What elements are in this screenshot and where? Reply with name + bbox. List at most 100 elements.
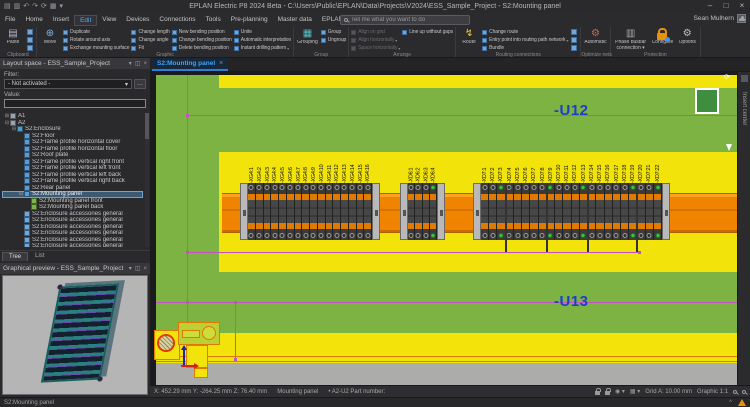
terminal-xd7-9[interactable] xyxy=(547,183,555,240)
change-route-button[interactable]: Change route xyxy=(482,28,568,36)
redo-icon[interactable]: ↷ xyxy=(32,0,38,13)
construction-handle[interactable] xyxy=(186,251,189,254)
minimize-button[interactable]: – xyxy=(702,0,718,13)
terminal-xd7-2[interactable] xyxy=(489,183,497,240)
tab-list[interactable]: List xyxy=(28,251,51,261)
terminal-xg4-2[interactable] xyxy=(256,183,264,240)
tab-insert[interactable]: Insert xyxy=(48,15,74,26)
warning-icon[interactable] xyxy=(738,399,746,406)
chevron-down-icon[interactable]: ▾ xyxy=(129,60,132,67)
tab-file[interactable]: File xyxy=(0,15,20,26)
line-up-without-gaps-button[interactable]: Line up without gaps xyxy=(402,28,453,36)
terminal-xg4-7[interactable] xyxy=(295,183,303,240)
terminal-xd7-21[interactable] xyxy=(646,183,654,240)
terminal-xd6-2[interactable] xyxy=(415,183,422,240)
close-icon[interactable]: × xyxy=(219,60,223,67)
format-icon[interactable] xyxy=(27,45,33,51)
instant-drilling-pattern-button[interactable]: Instant drilling pattern▾ xyxy=(234,44,291,52)
drawing-canvas[interactable]: -XG4:1-XG4:2-XG4:3-XG4:4-XG4:5-XG4:6-XG4… xyxy=(150,72,750,385)
grouping-button[interactable]: ▦Grouping xyxy=(296,28,319,52)
group-button[interactable]: Group xyxy=(321,28,346,36)
customize-icon[interactable]: ▾ xyxy=(60,0,64,13)
tree-item-s2-frame-profile-vertical-right-back[interactable]: S2:Frame profile vertical right back xyxy=(2,178,143,185)
terminal-xd6-1[interactable] xyxy=(408,183,415,240)
tab-tree[interactable]: Tree xyxy=(2,252,28,261)
route-button[interactable]: ↯Route xyxy=(458,28,480,52)
change-bending-position-button[interactable]: Change bending position xyxy=(172,36,232,44)
terminal-xg4-5[interactable] xyxy=(279,183,287,240)
avatar[interactable] xyxy=(737,14,746,23)
pin-icon[interactable]: ◫ xyxy=(135,265,141,272)
document-tab[interactable]: S2:Mounting panel × xyxy=(152,58,228,71)
terminal-xg4-14[interactable] xyxy=(349,183,357,240)
terminal-xd7-1[interactable] xyxy=(481,183,489,240)
terminal-xg4-1[interactable] xyxy=(248,183,256,240)
terminal-xd7-15[interactable] xyxy=(596,183,604,240)
terminal-xd7-7[interactable] xyxy=(530,183,538,240)
collapse-icon[interactable]: ^ xyxy=(729,400,732,406)
terminal-strip-xg4[interactable]: -XG4:1-XG4:2-XG4:3-XG4:4-XG4:5-XG4:6-XG4… xyxy=(240,155,380,240)
terminal-xg4-15[interactable] xyxy=(357,183,365,240)
zoom-in-icon[interactable] xyxy=(733,390,737,394)
terminal-xg4-10[interactable] xyxy=(318,183,326,240)
close-icon[interactable]: × xyxy=(143,61,147,67)
mounting-hole[interactable] xyxy=(157,334,175,352)
keyhole-slot[interactable] xyxy=(178,322,220,345)
construction-handle[interactable] xyxy=(638,251,641,254)
layer-visibility-icon[interactable]: ◉ ▾ xyxy=(615,388,625,395)
close-icon[interactable]: × xyxy=(143,266,147,272)
terminal-xd7-16[interactable] xyxy=(605,183,613,240)
terminal-xg4-6[interactable] xyxy=(287,183,295,240)
terminal-xg4-11[interactable] xyxy=(326,183,334,240)
open-icon[interactable]: ▥ xyxy=(14,0,21,13)
device-label-u12[interactable]: -U12 xyxy=(554,102,589,119)
unite-button[interactable]: Unite xyxy=(234,28,291,36)
rotate-around-axis-button[interactable]: Rotate around axis xyxy=(63,36,129,44)
duplicate-button[interactable]: Duplicate xyxy=(63,28,129,36)
terminal-xg4-16[interactable] xyxy=(364,183,372,240)
close-button[interactable]: × xyxy=(734,0,750,13)
refresh-icon[interactable]: ⟳ xyxy=(41,0,47,13)
exchange-mounting-surface-button[interactable]: Exchange mounting surface xyxy=(63,44,129,52)
construction-handle[interactable] xyxy=(186,114,189,117)
insert-preview-square[interactable] xyxy=(695,88,719,114)
change-angle-button[interactable]: Change angle xyxy=(131,36,169,44)
copy-icon[interactable] xyxy=(27,37,33,43)
layout-space-header[interactable]: Layout space - ESS_Sample_Project ▾ ◫ × xyxy=(0,58,150,69)
terminal-strip-xd7[interactable]: -XD7:1-XD7:2-XD7:3-XD7:4-XD7:5-XD7:6-XD7… xyxy=(473,155,670,240)
scale-indicator[interactable]: Graphic 1:1 xyxy=(697,389,728,395)
filter-browse-button[interactable]: … xyxy=(134,79,146,89)
lock-icon[interactable] xyxy=(605,391,610,395)
terminal-xd7-14[interactable] xyxy=(588,183,596,240)
settings-icon[interactable]: ▦ xyxy=(50,0,57,13)
preview-header[interactable]: Graphical preview - ESS_Sample_Project ▾… xyxy=(0,263,150,274)
new-icon[interactable]: ▤ xyxy=(4,0,11,13)
options-button[interactable]: ⚙Options xyxy=(676,28,698,52)
terminal-xd7-22[interactable] xyxy=(654,183,662,240)
terminal-xd7-10[interactable] xyxy=(555,183,563,240)
terminal-xd7-4[interactable] xyxy=(506,183,514,240)
phase-busbar-connection-button[interactable]: ▥Phase busbar connection ▾ xyxy=(613,28,649,52)
delete-bending-position-button[interactable]: Delete bending position xyxy=(172,44,232,52)
terminal-xg4-3[interactable] xyxy=(264,183,272,240)
terminal-xg4-12[interactable] xyxy=(333,183,341,240)
zoom-out-icon[interactable] xyxy=(742,390,746,394)
undo-icon[interactable]: ↶ xyxy=(23,0,29,13)
construction-handle[interactable] xyxy=(234,358,237,361)
device-label-u13[interactable]: -U13 xyxy=(554,293,589,310)
automatic-interpretation-button[interactable]: Automatic interpretation xyxy=(234,36,291,44)
chevron-down-icon[interactable]: ▾ xyxy=(129,265,132,272)
value-input[interactable] xyxy=(4,99,146,108)
paste-button[interactable]: ▤Paste xyxy=(2,28,24,52)
terminal-xd7-6[interactable] xyxy=(522,183,530,240)
user-area[interactable]: Sean Mulhern xyxy=(694,14,746,23)
automatic-button[interactable]: ⚙Automatic xyxy=(583,28,607,52)
tab-devices[interactable]: Devices xyxy=(121,15,154,26)
net-view-icon[interactable] xyxy=(571,29,577,35)
tree-scrollbar[interactable] xyxy=(145,113,149,247)
tab-edit[interactable]: Edit xyxy=(74,15,97,26)
pin-icon[interactable]: ◫ xyxy=(135,60,141,67)
entry-point-into-routing-path-network-button[interactable]: Entry point into routing path network▾ xyxy=(482,36,568,44)
tab-tools[interactable]: Tools xyxy=(201,15,226,26)
preview-viewport[interactable] xyxy=(2,275,148,395)
